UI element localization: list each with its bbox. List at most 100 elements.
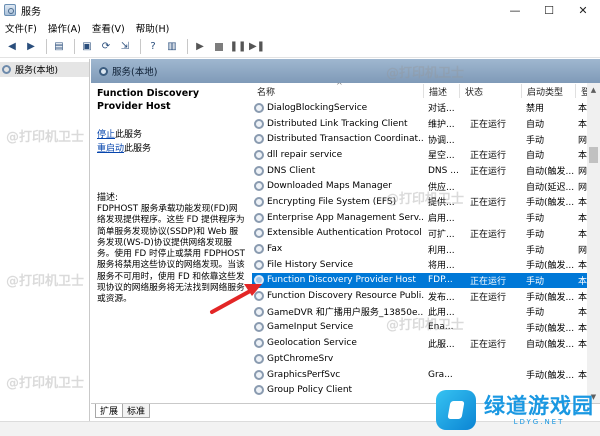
service-description-cell-text: 此用... bbox=[428, 308, 455, 319]
toolbar-separator bbox=[74, 39, 75, 54]
table-row[interactable]: DNS Client DNS ... 正在运行 自动(触发... 网 bbox=[252, 163, 600, 179]
column-header-startup-type[interactable]: 启动类型 bbox=[522, 84, 576, 98]
table-row[interactable]: Function Discovery Provider Host FDP... 正在… bbox=[252, 272, 600, 289]
table-row[interactable]: Enterprise App Management Serv... 启用... 手动… bbox=[252, 210, 600, 226]
menu-action[interactable]: 操作(A) bbox=[43, 21, 87, 35]
service-description-cell: DNS ... bbox=[424, 166, 460, 176]
service-name-cell: Downloaded Maps Manager bbox=[252, 181, 424, 192]
table-row[interactable]: GameInput Service Ena... 手动(触发... 本 bbox=[252, 320, 600, 336]
table-row[interactable]: Fax 利用... 手动 网 bbox=[252, 241, 600, 257]
service-description-cell-text: 对话... bbox=[428, 104, 455, 115]
service-startup-cell-text: 自动(触发... bbox=[526, 167, 575, 178]
service-logon-cell-text: 本 bbox=[578, 276, 588, 287]
service-name-cell-text: GraphicsPerfSvc bbox=[267, 369, 341, 380]
scroll-thumb[interactable] bbox=[589, 147, 598, 163]
service-logon-cell-text: 本 bbox=[578, 371, 588, 382]
service-name-cell: Fax bbox=[252, 244, 424, 255]
menu-file[interactable]: 文件(F) bbox=[0, 21, 43, 35]
pane-header-title: 服务(本地) bbox=[112, 67, 158, 78]
table-row[interactable]: Geolocation Service 此服... 正在运行 自动(触发... 本 bbox=[252, 335, 600, 351]
service-name-cell: Function Discovery Resource Publi... bbox=[252, 291, 424, 302]
console-tree-icon[interactable]: ▤ bbox=[51, 39, 67, 55]
minimize-button[interactable]: — bbox=[498, 0, 532, 20]
service-description-cell-text: Ena... bbox=[428, 322, 454, 333]
stop-service-icon[interactable] bbox=[211, 39, 227, 55]
service-gear-icon bbox=[254, 212, 264, 223]
table-row[interactable]: Distributed Transaction Coordinat... 协调..… bbox=[252, 131, 600, 147]
service-name-cell-text: DialogBlockingService bbox=[267, 102, 368, 113]
back-arrow-icon[interactable]: ◀ bbox=[4, 39, 20, 55]
service-description-cell-text: 可扩... bbox=[428, 229, 455, 240]
service-gear-icon bbox=[254, 228, 264, 239]
properties-icon[interactable]: ▣ bbox=[79, 39, 95, 55]
service-gear-icon bbox=[254, 275, 264, 286]
service-name-cell-text: Encrypting File System (EFS) bbox=[267, 196, 397, 207]
refresh-icon[interactable]: ⟳ bbox=[98, 39, 114, 55]
table-row[interactable]: Downloaded Maps Manager 供应... 自动(延迟... 网 bbox=[252, 178, 600, 194]
stop-service-link[interactable]: 停止 bbox=[97, 130, 115, 140]
menu-view[interactable]: 查看(V) bbox=[87, 21, 131, 35]
service-logon-cell-text: 网 bbox=[578, 167, 588, 178]
scroll-up-icon[interactable]: ▲ bbox=[587, 83, 600, 96]
service-status-cell: 正在运行 bbox=[460, 117, 522, 130]
service-status-cell-text: 正在运行 bbox=[470, 339, 507, 350]
forward-arrow-icon[interactable]: ▶ bbox=[23, 39, 39, 55]
close-button[interactable]: ✕ bbox=[566, 0, 600, 20]
table-row[interactable]: GraphicsPerfSvc Gra... 手动(触发... 本 bbox=[252, 367, 600, 383]
service-startup-cell-text: 手动(触发... bbox=[526, 198, 575, 209]
table-row[interactable]: File History Service 将用... 手动(触发... 本 bbox=[252, 257, 600, 273]
service-status-cell-text: 正在运行 bbox=[470, 198, 507, 209]
service-startup-cell: 手动(触发... bbox=[522, 368, 576, 381]
service-name-cell-text: Extensible Authentication Protocol bbox=[267, 228, 422, 239]
service-description-cell-text: 星空... bbox=[428, 151, 455, 162]
help-icon[interactable]: ? bbox=[145, 39, 161, 55]
service-status-cell-text: 正在运行 bbox=[470, 276, 507, 287]
list-scrollbar[interactable]: ▲ ▼ bbox=[587, 83, 600, 403]
column-header-status[interactable]: 状态 bbox=[460, 84, 522, 98]
tab-standard[interactable]: 标准 bbox=[122, 404, 151, 418]
service-description-cell-text: 此服... bbox=[428, 339, 455, 350]
menu-help[interactable]: 帮助(H) bbox=[131, 21, 176, 35]
pause-service-icon[interactable]: ❚❚ bbox=[230, 39, 247, 55]
column-header-description[interactable]: 描述 bbox=[424, 84, 460, 98]
logo-text: 绿道游戏园 LDYG.NET bbox=[484, 394, 594, 426]
service-detail-name: Function Discovery Provider Host bbox=[97, 88, 200, 112]
table-row[interactable]: Extensible Authentication Protocol 可扩... 正… bbox=[252, 226, 600, 242]
table-row[interactable]: DialogBlockingService 对话... 禁用 本 bbox=[252, 100, 600, 116]
window-title: 服务 bbox=[21, 6, 41, 18]
sort-indicator-icon: ^ bbox=[336, 83, 343, 90]
table-row[interactable]: GptChromeSrv bbox=[252, 351, 600, 367]
restart-service-icon[interactable]: ▶❚ bbox=[249, 39, 265, 55]
toolbar-separator bbox=[140, 39, 141, 54]
service-startup-cell: 手动 bbox=[522, 243, 576, 256]
service-name-cell-text: Geolocation Service bbox=[267, 338, 357, 349]
service-startup-cell-text: 手动(触发... bbox=[526, 371, 575, 382]
service-gear-icon bbox=[254, 259, 264, 270]
service-name-cell-text: Downloaded Maps Manager bbox=[267, 181, 392, 192]
service-rows: DialogBlockingService 对话... 禁用本 Distributed… bbox=[252, 100, 600, 398]
maximize-button[interactable]: ☐ bbox=[532, 0, 566, 20]
table-row[interactable]: Function Discovery Resource Publi... 发布..… bbox=[252, 288, 600, 304]
service-startup-cell: 手动(触发... bbox=[522, 195, 576, 208]
table-row[interactable]: GameDVR 和广播用户服务_13850e... 此用... 手动 本 bbox=[252, 304, 600, 320]
site-logo: 绿道游戏园 LDYG.NET bbox=[436, 384, 600, 436]
service-name-cell: Function Discovery Provider Host bbox=[252, 275, 424, 286]
service-name-cell-text: Distributed Transaction Coordinat... bbox=[267, 134, 424, 145]
start-service-icon[interactable]: ▶ bbox=[192, 39, 208, 55]
service-description-cell: 提供... bbox=[424, 195, 460, 208]
table-row[interactable]: dll repair service 星空... 正在运行 自动 本 bbox=[252, 147, 600, 163]
service-description-cell: 启用... bbox=[424, 211, 460, 224]
export-list-icon[interactable]: ⇲ bbox=[117, 39, 133, 55]
tree-item-services-local[interactable]: 服务(本地) bbox=[0, 62, 89, 77]
restart-service-link[interactable]: 重启动 bbox=[97, 144, 124, 154]
service-startup-cell-text: 手动 bbox=[526, 214, 545, 225]
tab-extended[interactable]: 扩展 bbox=[95, 404, 124, 418]
service-gear-icon bbox=[254, 244, 264, 255]
service-name-cell: GptChromeSrv bbox=[252, 353, 424, 364]
table-row[interactable]: Distributed Link Tracking Client 维护... 正在运… bbox=[252, 116, 600, 132]
menu-bar: 文件(F) 操作(A) 查看(V) 帮助(H) bbox=[0, 20, 600, 36]
service-name-cell: Group Policy Client bbox=[252, 385, 424, 396]
service-name-cell: Encrypting File System (EFS) bbox=[252, 196, 424, 207]
show-hide-pane-icon[interactable]: ▥ bbox=[164, 39, 180, 55]
table-row[interactable]: Encrypting File System (EFS) 提供... 正在运行 手动(… bbox=[252, 194, 600, 210]
